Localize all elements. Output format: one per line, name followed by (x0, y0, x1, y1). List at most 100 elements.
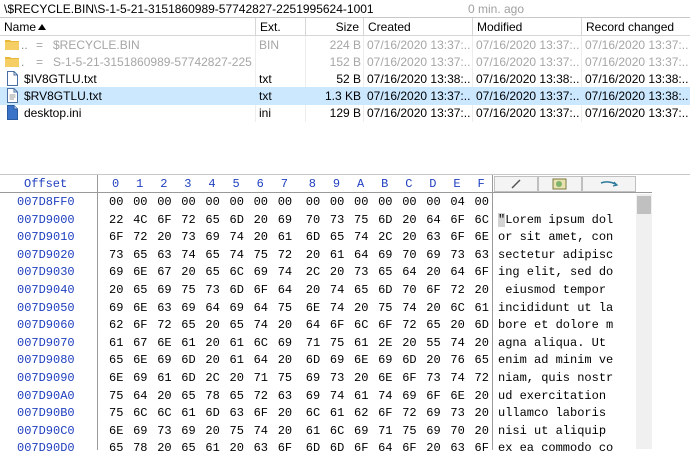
hex-byte[interactable]: 6E (354, 353, 372, 367)
hex-byte[interactable]: 65 (230, 389, 248, 403)
hex-byte[interactable]: 65 (378, 265, 396, 279)
hex-byte[interactable]: 64 (450, 265, 468, 279)
hex-byte[interactable]: 6F (475, 265, 493, 279)
hex-byte[interactable]: 20 (475, 406, 493, 420)
column-header-modified[interactable]: Modified (473, 18, 582, 36)
hex-byte[interactable]: 63 (278, 389, 296, 403)
sync-button[interactable] (582, 176, 636, 192)
hex-byte[interactable]: 75 (330, 336, 348, 350)
file-row-selected[interactable]: $RV8GTLU.txt txt 1.3 KB 07/16/2020 13:37… (0, 87, 690, 105)
hex-byte[interactable]: 75 (378, 301, 396, 315)
hex-byte[interactable]: 63 (230, 406, 248, 420)
hex-byte[interactable]: 00 (205, 195, 223, 209)
hex-byte[interactable]: 6C (157, 406, 175, 420)
hex-byte[interactable]: 64 (254, 353, 272, 367)
hex-byte[interactable]: 72 (450, 283, 468, 297)
hex-byte[interactable]: 72 (402, 406, 420, 420)
hex-byte[interactable]: 73 (157, 424, 175, 438)
hex-byte[interactable]: 71 (306, 336, 324, 350)
file-row[interactable]: desktop.ini ini 129 B 07/16/2020 13:37:.… (0, 104, 690, 122)
hex-row[interactable]: 007D9020 73 65 63 74 65 74 75 72 20 61 64 69 70 69 73 63… (0, 247, 638, 264)
hex-byte[interactable]: 69 (426, 424, 444, 438)
hex-byte[interactable]: 00 (330, 195, 348, 209)
column-header-ext[interactable]: Ext. (256, 18, 306, 36)
hex-byte[interactable]: 20 (354, 371, 372, 385)
hex-byte[interactable]: 73 (181, 230, 199, 244)
hex-byte[interactable]: 6F (378, 406, 396, 420)
hex-row[interactable]: 007D90A0 75 64 20 65 78 65 72 63 69 74 61 74 69 6F 6E 20… (0, 388, 638, 405)
hex-byte[interactable]: 6D (181, 353, 199, 367)
hex-byte[interactable]: 55 (426, 336, 444, 350)
hex-byte[interactable]: 75 (402, 424, 420, 438)
hex-byte[interactable]: 65 (181, 318, 199, 332)
hex-byte[interactable]: 20 (402, 230, 420, 244)
column-header-name[interactable]: Name (0, 18, 256, 36)
hex-byte[interactable]: 6D (181, 371, 199, 385)
hex-byte[interactable]: 75 (181, 283, 199, 297)
hex-byte[interactable]: 20 (306, 248, 324, 262)
hex-byte[interactable]: 75 (230, 424, 248, 438)
hex-byte[interactable]: 75 (278, 301, 296, 315)
hex-row[interactable]: 007D90C0 6E 69 73 69 20 75 74 20 61 6C 69 71 75 69 70 20… (0, 423, 638, 440)
hex-text[interactable]: sectetur adipisc (498, 248, 613, 262)
hex-byte[interactable]: 2C (205, 371, 223, 385)
hex-byte[interactable]: 73 (330, 371, 348, 385)
hex-byte[interactable]: 00 (378, 195, 396, 209)
column-header-record-changed[interactable]: Record changed (582, 18, 690, 36)
hex-byte[interactable]: 76 (450, 353, 468, 367)
hex-byte[interactable]: 75 (109, 389, 127, 403)
hex-byte[interactable]: 64 (306, 318, 324, 332)
hex-byte[interactable]: 69 (205, 230, 223, 244)
hex-byte[interactable]: 20 (254, 230, 272, 244)
hex-byte[interactable]: 69 (306, 389, 324, 403)
hex-byte[interactable]: 65 (330, 230, 348, 244)
hex-byte[interactable]: 70 (402, 283, 420, 297)
hex-byte[interactable]: 78 (133, 441, 151, 455)
hex-byte[interactable]: 64 (378, 441, 396, 455)
hex-row[interactable]: 007D9080 65 6E 69 6D 20 61 64 20 6D 69 6E 69 6D 20 76 65… (0, 352, 638, 369)
hex-byte[interactable]: 73 (354, 265, 372, 279)
hex-byte[interactable]: 64 (426, 213, 444, 227)
hex-byte[interactable]: 64 (354, 248, 372, 262)
hex-byte[interactable]: 63 (157, 301, 175, 315)
hex-byte[interactable]: 00 (278, 195, 296, 209)
hex-byte[interactable]: 74 (254, 424, 272, 438)
hex-byte[interactable]: 65 (181, 441, 199, 455)
hex-byte[interactable]: 72 (133, 230, 151, 244)
hex-byte[interactable]: 6E (133, 265, 151, 279)
hex-byte[interactable]: 61 (354, 336, 372, 350)
hex-byte[interactable]: 61 (330, 406, 348, 420)
hex-byte[interactable]: 65 (426, 318, 444, 332)
hex-byte[interactable]: 72 (254, 389, 272, 403)
hex-byte[interactable]: 00 (354, 195, 372, 209)
hex-byte[interactable]: 6C (475, 213, 493, 227)
hex-byte[interactable]: 74 (330, 301, 348, 315)
hex-text[interactable]: incididunt ut la (498, 301, 613, 315)
hex-byte[interactable]: 20 (230, 371, 248, 385)
hex-byte[interactable]: 69 (278, 213, 296, 227)
hex-byte[interactable]: 65 (133, 248, 151, 262)
hex-byte[interactable]: 62 (109, 318, 127, 332)
hex-byte[interactable]: 6F (475, 441, 493, 455)
hex-text[interactable]: nisi ut aliquip (498, 424, 613, 438)
hex-byte[interactable]: 69 (157, 283, 175, 297)
hex-byte[interactable]: 67 (157, 265, 175, 279)
hex-text[interactable]: "Lorem ipsum dol (498, 213, 613, 227)
hex-byte[interactable]: 74 (278, 265, 296, 279)
hex-byte[interactable]: 6F (402, 441, 420, 455)
hex-byte[interactable]: 64 (254, 301, 272, 315)
hex-byte[interactable]: 61 (330, 248, 348, 262)
hex-byte[interactable]: 6F (278, 441, 296, 455)
hex-byte[interactable]: 20 (330, 265, 348, 279)
hex-byte[interactable]: 20 (181, 265, 199, 279)
hex-byte[interactable]: 61 (157, 371, 175, 385)
hex-byte[interactable]: 20 (254, 213, 272, 227)
hex-byte[interactable]: 6F (109, 230, 127, 244)
hex-byte[interactable]: 6E (133, 301, 151, 315)
hex-row[interactable]: 007D90B0 75 6C 6C 61 6D 63 6F 20 6C 61 62 6F 72 69 73 20… (0, 405, 638, 422)
hex-byte[interactable]: 00 (306, 195, 324, 209)
hex-byte[interactable]: 20 (475, 389, 493, 403)
hex-byte[interactable]: 73 (330, 213, 348, 227)
hex-byte[interactable]: 6F (254, 283, 272, 297)
hex-byte[interactable]: 2C (306, 265, 324, 279)
